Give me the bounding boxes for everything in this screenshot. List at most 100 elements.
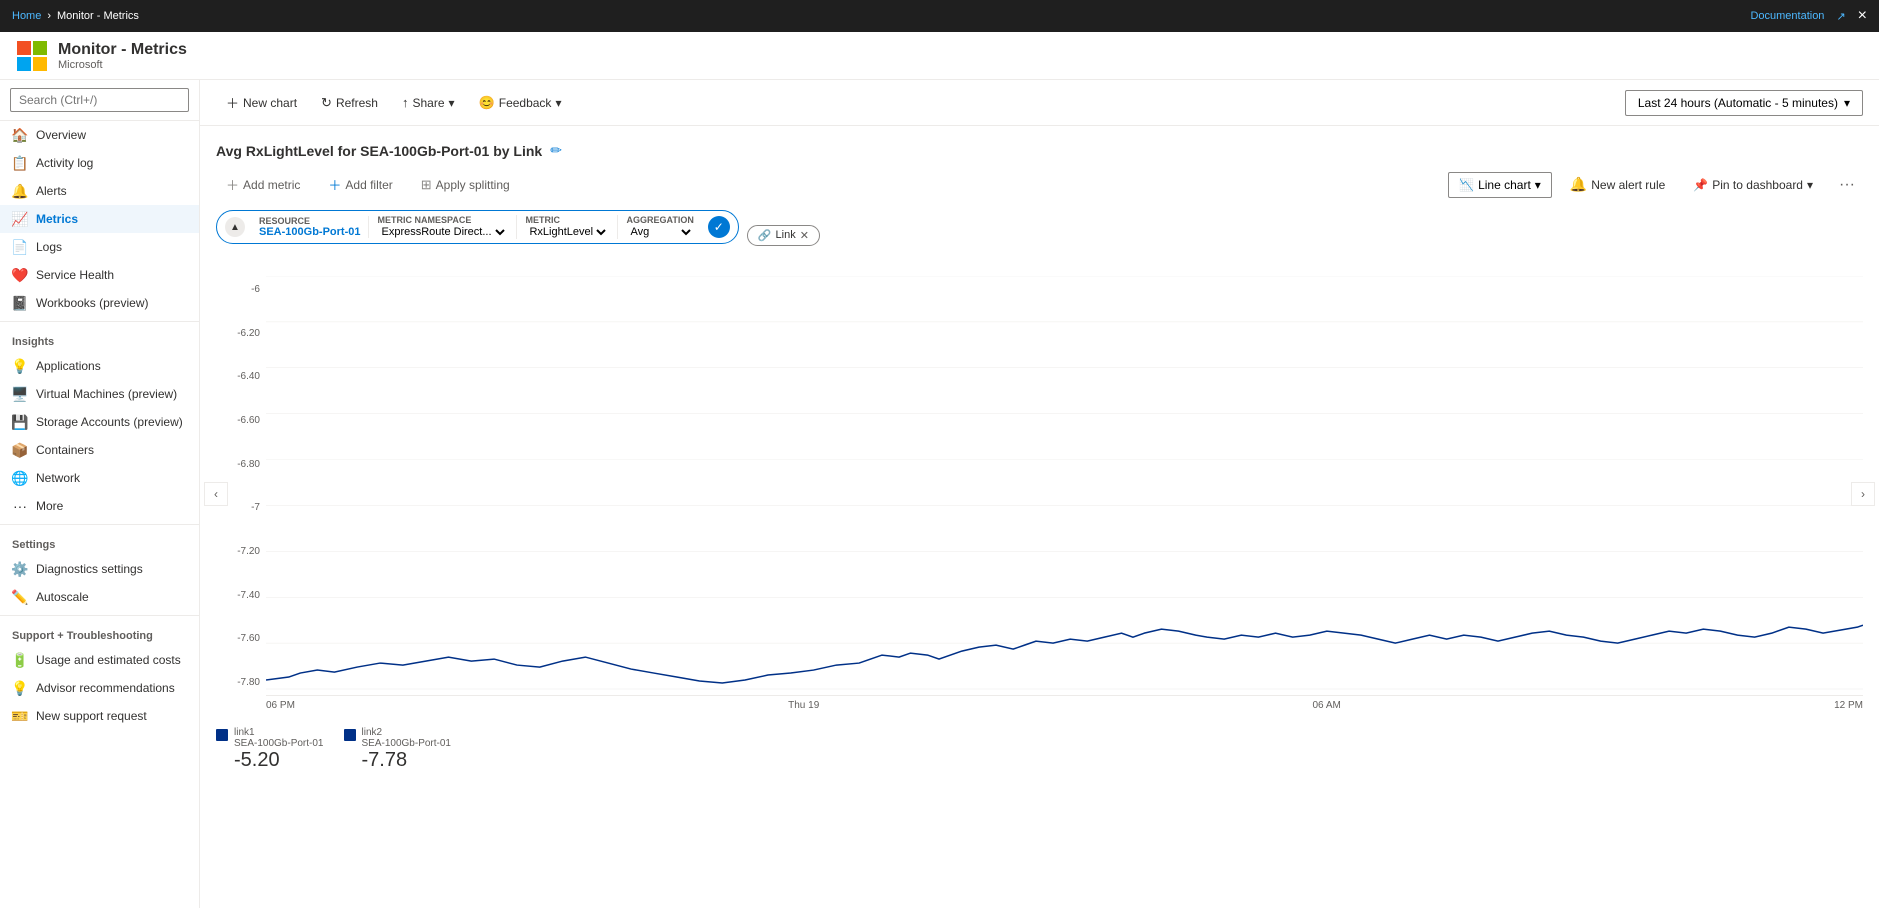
sidebar-icon-support: 🎫: [12, 708, 28, 724]
chart-title: Avg RxLightLevel for SEA-100Gb-Port-01 b…: [216, 143, 542, 159]
filter-close-icon[interactable]: ✕: [800, 229, 809, 242]
legend-name-link2: link2: [362, 727, 452, 738]
x-label-0: 06 PM: [266, 700, 295, 711]
doc-link[interactable]: Documentation: [1750, 10, 1824, 22]
y-label-0: -6: [216, 284, 266, 295]
legend-value-link1: -5.20: [234, 749, 324, 772]
more-options-button[interactable]: ···: [1831, 172, 1863, 198]
sidebar-item-network[interactable]: 🌐 Network: [0, 464, 199, 492]
metric-confirm-button[interactable]: ✓: [708, 216, 730, 238]
sidebar-icon-usage: 🔋: [12, 652, 28, 668]
sidebar-item-service-health[interactable]: ❤️ Service Health: [0, 261, 199, 289]
sidebar-item-metrics[interactable]: 📈 Metrics: [0, 205, 199, 233]
new-alert-button[interactable]: 🔔 New alert rule: [1560, 172, 1675, 198]
sidebar-item-overview[interactable]: 🏠 Overview: [0, 121, 199, 149]
sidebar-item-containers[interactable]: 📦 Containers: [0, 436, 199, 464]
app-logo: [16, 40, 48, 72]
add-filter-button[interactable]: ＋ Add filter: [318, 171, 402, 198]
sidebar-icon-network: 🌐: [12, 470, 28, 486]
splitting-icon: ⊞: [421, 177, 432, 193]
sidebar-icon-overview: 🏠: [12, 127, 28, 143]
top-bar-right: Documentation ↗ ×: [1750, 7, 1867, 25]
sidebar-item-diagnostics[interactable]: ⚙️ Diagnostics settings: [0, 555, 199, 583]
metric-select[interactable]: RxLightLevel: [525, 225, 609, 239]
aggregation-select[interactable]: Avg: [626, 225, 693, 239]
edit-title-icon[interactable]: ✏: [550, 142, 562, 159]
resource-scope-icon: ▲: [225, 217, 245, 237]
sidebar-icon-alerts: 🔔: [12, 183, 28, 199]
sidebar-icon-vm: 🖥️: [12, 386, 28, 402]
sidebar-item-storage[interactable]: 💾 Storage Accounts (preview): [0, 408, 199, 436]
line-chart-icon: 📉: [1459, 178, 1474, 192]
sidebar-label-support: New support request: [36, 709, 147, 723]
legend-item-link1: link1 SEA-100Gb-Port-01 -5.20: [216, 727, 324, 772]
sidebar-icon-activity-log: 📋: [12, 155, 28, 171]
sidebar-label-metrics: Metrics: [36, 212, 78, 226]
time-range-picker[interactable]: Last 24 hours (Automatic - 5 minutes) ▾: [1625, 90, 1863, 116]
namespace-select[interactable]: ExpressRoute Direct...: [377, 225, 508, 239]
x-axis: 06 PM Thu 19 06 AM 12 PM: [216, 696, 1863, 711]
chart-nav-right-button[interactable]: ›: [1851, 482, 1875, 506]
chart-type-chevron: ▾: [1535, 178, 1541, 192]
y-label-9: -7.80: [216, 677, 266, 688]
resource-field: RESOURCE SEA-100Gb-Port-01: [251, 216, 369, 238]
sidebar-icon-storage: 💾: [12, 414, 28, 430]
close-button[interactable]: ×: [1858, 7, 1867, 25]
sidebar-item-workbooks[interactable]: 📓 Workbooks (preview): [0, 289, 199, 317]
legend-details-link1: link1 SEA-100Gb-Port-01 -5.20: [234, 727, 324, 772]
sidebar-item-logs[interactable]: 📄 Logs: [0, 233, 199, 261]
sidebar-item-vm[interactable]: 🖥️ Virtual Machines (preview): [0, 380, 199, 408]
support-label: Support + Troubleshooting: [0, 620, 199, 646]
sidebar-icon-logs: 📄: [12, 239, 28, 255]
metric-selector-row: ▲ RESOURCE SEA-100Gb-Port-01 METRIC NAME…: [216, 210, 1863, 260]
legend-swatch-link1: [216, 729, 228, 741]
metric-label: METRIC: [525, 215, 609, 225]
sidebar-label-more: More: [36, 499, 63, 513]
add-metric-button[interactable]: ＋ Add metric: [216, 171, 310, 198]
sidebar-item-more[interactable]: ··· More: [0, 492, 199, 520]
search-input[interactable]: [10, 88, 189, 112]
feedback-icon: 😊: [479, 95, 495, 111]
chart-legend: link1 SEA-100Gb-Port-01 -5.20 link2 SEA-…: [216, 719, 1863, 772]
ellipsis-icon: ···: [1839, 176, 1855, 193]
sidebar-item-activity-log[interactable]: 📋 Activity log: [0, 149, 199, 177]
chart-nav-left-button[interactable]: ‹: [204, 482, 228, 506]
sidebar-label-storage: Storage Accounts (preview): [36, 415, 183, 429]
resource-value: SEA-100Gb-Port-01: [259, 226, 360, 238]
sidebar-item-alerts[interactable]: 🔔 Alerts: [0, 177, 199, 205]
filter-label: Link: [776, 229, 796, 241]
sidebar-item-autoscale[interactable]: ✏️ Autoscale: [0, 583, 199, 611]
metric-selector[interactable]: ▲ RESOURCE SEA-100Gb-Port-01 METRIC NAME…: [216, 210, 739, 244]
app-subtitle: Microsoft: [58, 59, 187, 71]
y-label-3: -6.60: [216, 415, 266, 426]
sidebar-item-applications[interactable]: 💡 Applications: [0, 352, 199, 380]
y-label-7: -7.40: [216, 590, 266, 601]
app-title: Monitor - Metrics: [58, 41, 187, 59]
share-button[interactable]: ↑ Share ▾: [392, 90, 465, 115]
refresh-button[interactable]: ↻ Refresh: [311, 90, 388, 116]
breadcrumb-home[interactable]: Home: [12, 10, 41, 22]
new-chart-button[interactable]: ＋ New chart: [216, 88, 307, 117]
filter-icon: ＋: [328, 175, 341, 194]
sidebar-item-support[interactable]: 🎫 New support request: [0, 702, 199, 730]
alert-icon: 🔔: [1570, 176, 1587, 193]
feedback-button[interactable]: 😊 Feedback ▾: [469, 90, 572, 116]
pin-dashboard-button[interactable]: 📌 Pin to dashboard ▾: [1683, 172, 1823, 198]
chart-type-button[interactable]: 📉 Line chart ▾: [1448, 172, 1552, 198]
sidebar-settings-items: ⚙️ Diagnostics settings ✏️ Autoscale: [0, 555, 199, 611]
sidebar-item-usage[interactable]: 🔋 Usage and estimated costs: [0, 646, 199, 674]
sidebar-label-usage: Usage and estimated costs: [36, 653, 181, 667]
chart-inner: -6 -6.20 -6.40 -6.60 -6.80 -7 -7.20 -7.4…: [216, 276, 1863, 696]
link-icon: 🔗: [758, 229, 772, 242]
apply-splitting-button[interactable]: ⊞ Apply splitting: [411, 171, 520, 198]
chart-svg: [266, 276, 1863, 695]
namespace-field: METRIC NAMESPACE ExpressRoute Direct...: [369, 215, 517, 239]
link-filter-chip[interactable]: 🔗 Link ✕: [747, 225, 820, 246]
chart-controls: ＋ Add metric ＋ Add filter ⊞ Apply splitt…: [216, 171, 1863, 198]
sidebar-item-advisor[interactable]: 💡 Advisor recommendations: [0, 674, 199, 702]
search-container: [0, 80, 199, 121]
pin-icon: 📌: [1693, 178, 1708, 192]
sidebar-divider-1: [0, 321, 199, 322]
sidebar-label-network: Network: [36, 471, 80, 485]
sidebar-label-autoscale: Autoscale: [36, 590, 89, 604]
